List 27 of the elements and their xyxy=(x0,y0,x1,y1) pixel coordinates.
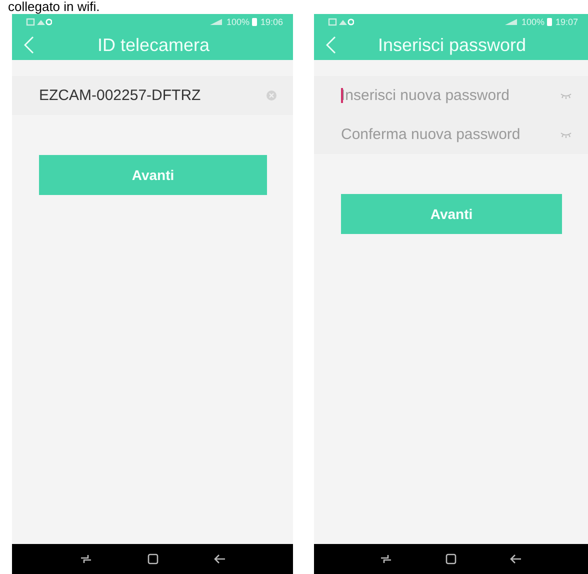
clock-time: 19:07 xyxy=(555,17,578,27)
input-row[interactable]: Inserisci nuova password xyxy=(314,76,588,115)
signal-icon xyxy=(504,18,518,26)
camera-id-field[interactable]: EZCAM-002257-DFTRZ xyxy=(39,87,266,104)
back-chevron-icon xyxy=(326,36,336,54)
home-square-icon[interactable] xyxy=(146,553,158,565)
battery-percent: 100% xyxy=(521,17,544,27)
battery-icon xyxy=(547,18,552,26)
back-chevron-icon xyxy=(24,36,34,54)
input-row[interactable]: EZCAM-002257-DFTRZ xyxy=(12,76,293,115)
notification-icons-icon xyxy=(328,18,354,26)
input-row[interactable]: Conferma nuova password xyxy=(314,115,588,154)
screen-title: ID telecamera xyxy=(96,34,211,56)
screen-title: Inserisci password xyxy=(376,34,528,56)
password-field[interactable]: Conferma nuova password xyxy=(341,126,560,143)
back-arrow-icon[interactable] xyxy=(510,554,522,564)
home-square-icon[interactable] xyxy=(444,553,457,565)
signal-icon xyxy=(209,18,224,26)
recent-apps-icon[interactable] xyxy=(80,554,92,564)
notification-icons-icon xyxy=(26,18,52,26)
password-field[interactable]: Inserisci nuova password xyxy=(341,87,560,104)
battery-percent: 100% xyxy=(226,17,250,27)
battery-icon xyxy=(252,18,258,26)
caption-text: collegato in wifi. xyxy=(7,0,101,14)
clock-time: 19:06 xyxy=(260,17,283,27)
recent-apps-icon[interactable] xyxy=(380,554,392,564)
back-arrow-icon[interactable] xyxy=(214,554,226,564)
